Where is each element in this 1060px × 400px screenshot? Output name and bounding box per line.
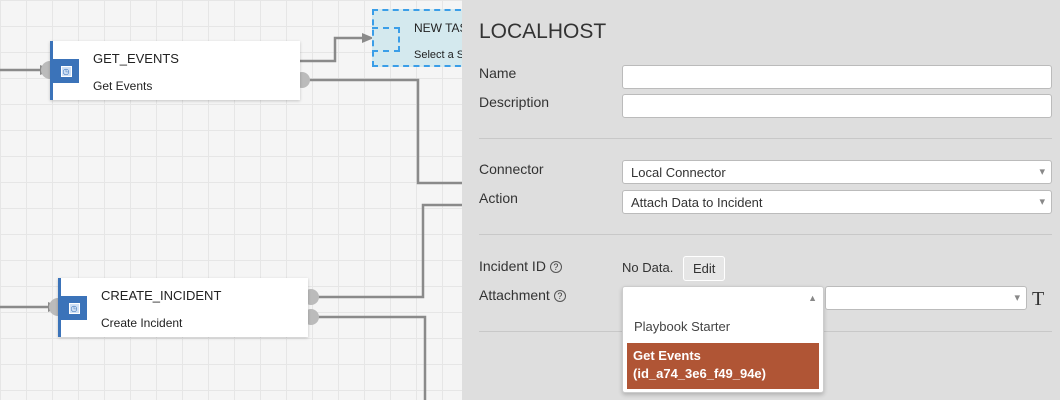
node-create-incident[interactable]: ◷ CREATE_INCIDENT Create Incident [58,278,308,337]
attachment-text: Attachment [479,287,550,303]
node-title: GET_EVENTS [93,51,179,66]
action-label: Action [479,190,518,206]
workflow-canvas[interactable]: ◷ GET_EVENTS Get Events ◷ CREATE_INCIDEN… [0,0,462,400]
action-value: Attach Data to Incident [631,195,763,210]
new-task-placeholder[interactable]: NEW TASK Select a Step [372,9,462,67]
node-subtitle: Get Events [93,79,153,93]
option-id: (id_a74_3e6_f49_94e) [633,366,766,381]
divider [479,138,1052,139]
incident-id-value: No Data. [622,260,674,275]
description-input[interactable] [622,94,1052,118]
option-playbook-starter[interactable]: Playbook Starter [634,319,730,334]
attachment-dropdown[interactable]: ▲ Playbook Starter Get Events (id_a74_3e6… [622,286,824,393]
panel-title: LOCALHOST [479,20,607,43]
connector-value: Local Connector [631,165,726,180]
name-label: Name [479,65,517,81]
help-icon[interactable]: ? [549,261,562,273]
option-get-events[interactable]: Get Events (id_a74_3e6_f49_94e) [627,343,819,389]
option-label: Get Events [633,348,701,363]
action-select[interactable]: Attach Data to Incident [622,190,1052,214]
node-subtitle: Create Incident [101,316,183,330]
new-task-title: NEW TASK [414,21,462,35]
incident-id-text: Incident ID [479,258,546,274]
step-config-panel: LOCALHOST Name Description Connector Loc… [462,0,1060,400]
edit-button[interactable]: Edit [683,256,726,281]
attachment-label: Attachment? [479,287,566,303]
attachment-field-select[interactable] [825,286,1027,310]
connector-select[interactable]: Local Connector [622,160,1052,184]
chevron-up-icon: ▲ [808,293,817,303]
text-mode-icon[interactable]: T [1032,288,1044,311]
placeholder-icon [372,27,400,52]
clock-icon: ◷ [61,296,87,320]
incident-id-label: Incident ID? [479,258,562,274]
name-input[interactable] [622,65,1052,89]
new-task-subtitle: Select a Step [414,49,462,61]
clock-icon: ◷ [53,59,79,83]
connector-label: Connector [479,161,544,177]
description-label: Description [479,94,550,110]
node-title: CREATE_INCIDENT [101,288,222,303]
divider [479,234,1052,235]
help-icon[interactable]: ? [553,290,566,302]
node-get-events[interactable]: ◷ GET_EVENTS Get Events [50,41,300,100]
